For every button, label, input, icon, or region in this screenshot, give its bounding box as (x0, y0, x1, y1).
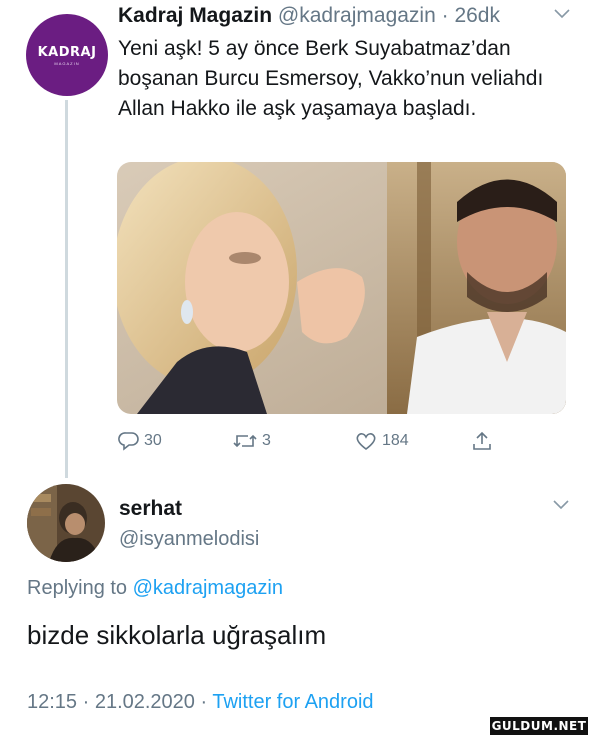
reply-author-handle[interactable]: @isyanmelodisi (119, 528, 259, 551)
quoted-tweet-text: Yeni aşk! 5 ay önce Berk Suyabatmaz’dan … (118, 37, 544, 120)
serhat-avatar[interactable] (27, 484, 105, 562)
quoted-tweet-time[interactable]: 26dk (454, 4, 500, 27)
replying-prefix: Replying to (27, 577, 133, 599)
tweet-meta: 12:15 · 21.02.2020 · Twitter for Android (27, 691, 374, 714)
reply-tweet-text: bizde sikkolarla uğraşalım (27, 620, 327, 650)
kadraj-logo-subtext: MAGAZIN (54, 60, 80, 66)
tweet-photo-image (117, 162, 566, 414)
like-action[interactable]: 184 (354, 428, 409, 454)
share-action[interactable] (470, 428, 494, 454)
quoted-author-name[interactable]: Kadraj Magazin (118, 4, 272, 27)
replying-to: Replying to @kadrajmagazin (27, 577, 283, 600)
reply-icon (118, 432, 139, 451)
thread-line (65, 100, 68, 478)
tweet-source[interactable]: Twitter for Android (212, 691, 373, 713)
tweet-photo[interactable] (117, 162, 566, 414)
retweet-action[interactable]: 3 (232, 428, 271, 454)
watermark: GULDUM.NET (489, 716, 589, 736)
retweet-icon (233, 434, 257, 448)
tweet-timestamp[interactable]: 12:15 · 21.02.2020 · (27, 691, 212, 713)
quoted-author-handle[interactable]: @kadrajmagazin (278, 4, 436, 27)
heart-icon (356, 433, 376, 451)
like-count: 184 (382, 432, 409, 449)
reply-action[interactable]: 30 (118, 428, 162, 454)
header-separator: · (435, 4, 455, 27)
reply-author-name[interactable]: serhat (119, 497, 182, 521)
retweet-count: 3 (262, 432, 271, 449)
chevron-down-icon[interactable] (554, 6, 570, 22)
quoted-tweet-header: Kadraj Magazin @kadrajmagazin · 26dk (118, 4, 500, 28)
serhat-avatar-image (27, 484, 105, 562)
kadraj-avatar[interactable]: KADRAJ MAGAZIN (26, 14, 108, 96)
replying-to-mention[interactable]: @kadrajmagazin (133, 577, 283, 599)
chevron-down-icon[interactable] (553, 497, 569, 513)
reply-count: 30 (144, 432, 162, 449)
share-icon (473, 431, 491, 450)
kadraj-logo-text: KADRAJ (37, 44, 97, 60)
